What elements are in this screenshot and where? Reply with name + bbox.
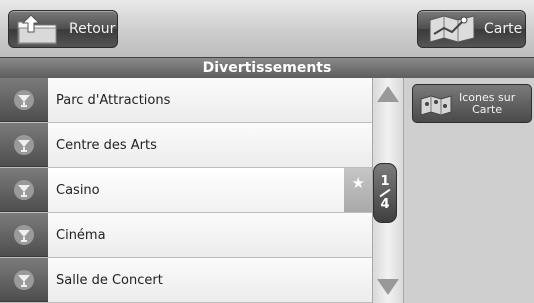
- page-current: 1: [380, 174, 390, 189]
- list-item-label: Salle de Concert: [56, 272, 163, 288]
- cocktail-icon: [0, 78, 48, 122]
- list-item[interactable]: Cinéma: [0, 213, 372, 258]
- list-item[interactable]: Salle de Concert: [0, 258, 372, 303]
- cocktail-icon: [0, 123, 48, 167]
- cocktail-icon: [0, 168, 48, 212]
- list-item-selected[interactable]: Casino ★: [0, 168, 372, 213]
- category-list: Parc d'Attractions Centre des Arts Casin…: [0, 78, 372, 303]
- page-total: 4: [380, 197, 390, 212]
- side-panel: Icones sur Carte: [404, 78, 534, 303]
- list-item-label: Centre des Arts: [56, 137, 157, 153]
- map-icons-icon: [419, 91, 453, 117]
- star-icon[interactable]: ★: [352, 174, 365, 192]
- list-item-label: Casino: [56, 182, 100, 198]
- scroll-down-arrow-icon[interactable]: [377, 279, 399, 295]
- icons-on-map-label: Icones sur Carte: [459, 90, 516, 116]
- back-button-label: Retour: [69, 21, 116, 37]
- list-item-label: Parc d'Attractions: [56, 92, 171, 108]
- folder-back-icon: [15, 12, 59, 46]
- icons-on-map-button[interactable]: Icones sur Carte: [412, 84, 532, 123]
- page-divider: [379, 188, 391, 198]
- map-button-label: Carte: [484, 21, 523, 37]
- map-button[interactable]: Carte: [417, 10, 526, 48]
- list-item-label: Cinéma: [56, 227, 106, 243]
- map-icon: [426, 12, 478, 46]
- list-scrollbar[interactable]: 1 4: [372, 78, 404, 303]
- top-bar: Retour Carte: [0, 0, 534, 57]
- cocktail-icon: [0, 258, 48, 302]
- back-button[interactable]: Retour: [8, 10, 118, 48]
- scroll-up-arrow-icon[interactable]: [377, 86, 399, 102]
- list-item[interactable]: Parc d'Attractions: [0, 78, 372, 123]
- page-title: Divertissements: [0, 57, 534, 78]
- list-item[interactable]: Centre des Arts: [0, 123, 372, 168]
- cocktail-icon: [0, 213, 48, 257]
- page-indicator: 1 4: [373, 163, 397, 223]
